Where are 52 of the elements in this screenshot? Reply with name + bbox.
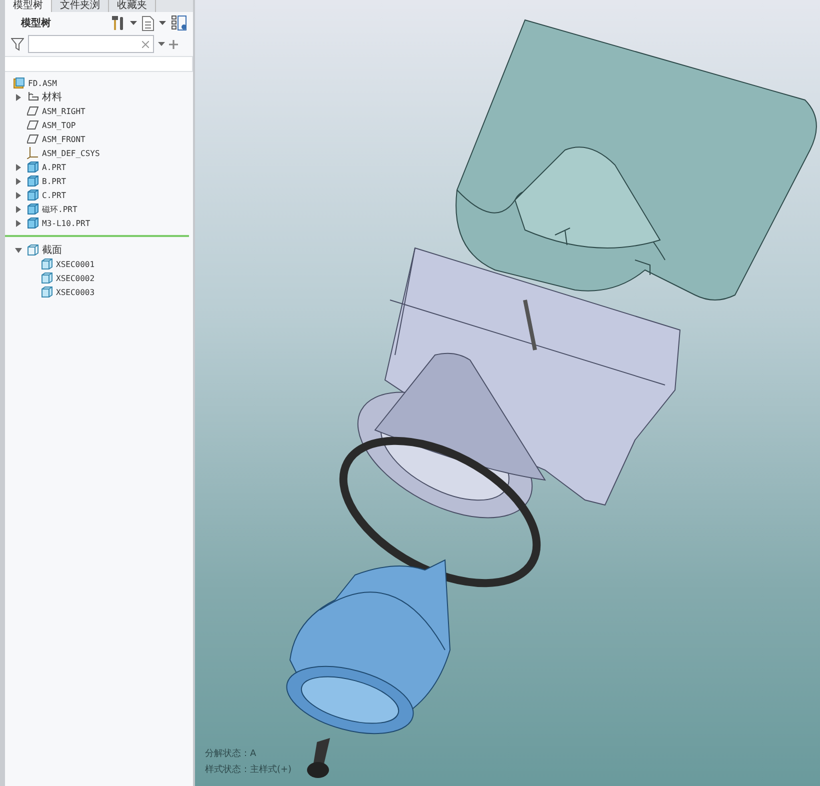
- tree-item[interactable]: ASM_TOP: [42, 120, 76, 130]
- status-text: 分解状态：A: [205, 748, 258, 761]
- add-icon[interactable]: [169, 40, 178, 48]
- tree-item[interactable]: XSEC0001: [56, 260, 95, 268]
- cube-icon: [41, 272, 53, 284]
- cube-icon: [27, 161, 39, 173]
- tree-item[interactable]: XSEC0002: [56, 274, 95, 282]
- tree-item[interactable]: FD.ASM: [28, 78, 57, 88]
- collapsed-arrow-icon[interactable]: [15, 220, 22, 226]
- tree-item[interactable]: B.PRT: [42, 176, 66, 186]
- tree-item[interactable]: C.PRT: [42, 190, 66, 200]
- caret-icon[interactable]: [130, 21, 137, 25]
- cube-icon: [27, 217, 39, 229]
- plane-icon: [27, 105, 39, 117]
- caret-icon[interactable]: [158, 42, 165, 46]
- cube-icon: [27, 203, 39, 215]
- collapsed-arrow-icon[interactable]: [15, 206, 22, 212]
- cube-icon: [41, 258, 53, 270]
- coordinate-axes-icon: [27, 147, 39, 159]
- plane-icon: [27, 119, 39, 131]
- materials-icon: [27, 91, 39, 103]
- tab[interactable]: 收藏夹: [109, 0, 156, 12]
- tree-item[interactable]: 截面: [42, 243, 62, 257]
- clear-icon[interactable]: [142, 40, 149, 48]
- hammer-icon[interactable]: [111, 15, 125, 31]
- cube-icon: [41, 286, 53, 298]
- cube-icon: [27, 244, 39, 256]
- caret-icon[interactable]: [159, 21, 166, 25]
- filter-icon[interactable]: [11, 38, 24, 50]
- tree-item[interactable]: ASM_FRONT: [42, 134, 86, 144]
- collapsed-arrow-icon[interactable]: [15, 192, 22, 198]
- collapsed-arrow-icon[interactable]: [15, 164, 22, 170]
- tab[interactable]: 模型树: [5, 0, 52, 12]
- plane-icon: [27, 133, 39, 145]
- panel-title: 模型树: [21, 16, 51, 30]
- status-text: 样式状态：主样式(+): [205, 764, 292, 777]
- tree-item[interactable]: XSEC0003: [56, 288, 95, 296]
- collapsed-arrow-icon[interactable]: [15, 178, 22, 184]
- tree-item[interactable]: 材料: [42, 90, 62, 104]
- tree-item[interactable]: A.PRT: [42, 162, 66, 172]
- cube-icon: [27, 175, 39, 187]
- tree-item[interactable]: 磁环.PRT: [42, 204, 78, 214]
- expanded-arrow-icon[interactable]: [15, 246, 22, 254]
- tree-item[interactable]: ASM_RIGHT: [42, 106, 86, 116]
- cube-icon: [27, 189, 39, 201]
- columns-icon[interactable]: [171, 15, 187, 31]
- collapsed-arrow-icon[interactable]: [15, 94, 22, 100]
- tree-item[interactable]: ASM_DEF_CSYS: [42, 148, 100, 158]
- assembly-icon: [13, 77, 25, 89]
- document-icon[interactable]: [142, 16, 154, 30]
- search-field[interactable]: [28, 35, 154, 53]
- tree-item[interactable]: M3-L10.PRT: [42, 218, 90, 228]
